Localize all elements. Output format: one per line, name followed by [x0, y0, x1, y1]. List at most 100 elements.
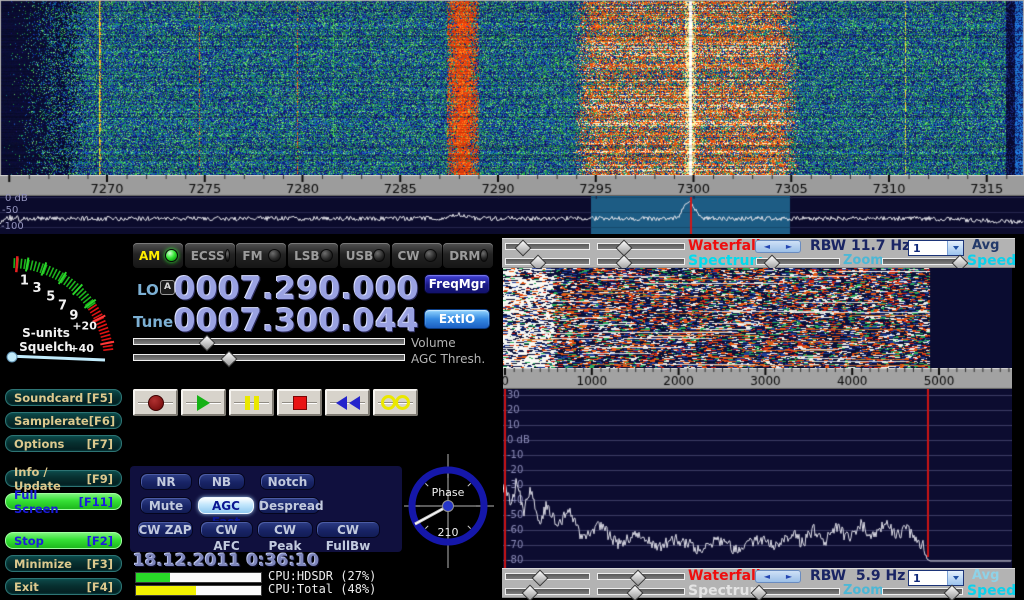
overview-db-label-0: 0 dB — [5, 193, 28, 204]
button-full-screen[interactable]: Full Screen[F11] — [5, 493, 122, 510]
spectrum-gain-slider-track[interactable] — [505, 258, 590, 265]
wf-brightness-slider[interactable] — [505, 571, 590, 584]
phase-tick — [425, 483, 428, 486]
zoomed-frequency-scale[interactable] — [503, 368, 1012, 389]
avg-select-value: 1 — [913, 242, 921, 255]
extio-button[interactable]: ExtIO — [424, 309, 490, 329]
avg-select[interactable]: 1 — [908, 570, 964, 586]
play-button[interactable] — [181, 389, 226, 416]
tune-frequency-readout[interactable]: 0007.300.044 — [174, 303, 419, 339]
datetime-display: 18.12.2011 0:36:10 — [133, 551, 319, 571]
smeter-major-tick — [73, 284, 83, 294]
zoomed-spectrum-display[interactable] — [503, 389, 1012, 568]
lo-mode-a-badge[interactable]: A — [160, 280, 175, 295]
dropdown-button[interactable] — [947, 241, 963, 255]
mode-button-ecss[interactable]: ECSS — [185, 243, 235, 268]
mode-button-am[interactable]: AM — [133, 243, 183, 268]
waterfall-mode-label[interactable]: Waterfall — [688, 568, 761, 584]
speed-slider[interactable] — [882, 586, 963, 599]
button-exit[interactable]: Exit[F4] — [5, 578, 122, 595]
button-info-update[interactable]: Info / Update[F9] — [5, 470, 122, 487]
mode-led-icon — [225, 249, 230, 262]
volume-slider-track[interactable] — [133, 338, 405, 345]
mode-button-cw[interactable]: CW — [392, 243, 442, 268]
speed-slider-thumb[interactable] — [943, 585, 960, 600]
spectrum-range-slider-thumb[interactable] — [626, 585, 643, 600]
record-button[interactable] — [133, 389, 178, 416]
volume-slider[interactable] — [133, 336, 405, 349]
stop-button[interactable] — [277, 389, 322, 416]
agc-thresh-slider-track[interactable] — [133, 354, 405, 361]
arrow-left-icon[interactable]: ◄ — [764, 243, 770, 251]
wf-contrast-slider[interactable] — [597, 241, 685, 254]
dsp-button-nr[interactable]: NR — [140, 473, 192, 490]
spectrum-gain-slider[interactable] — [505, 586, 590, 599]
button-samplerate[interactable]: Samplerate[F6] — [5, 412, 122, 429]
main-frequency-scale[interactable] — [0, 175, 1024, 196]
overview-spectrum-display[interactable] — [0, 196, 1024, 234]
spectrum-mode-label[interactable]: Spectrum — [688, 253, 764, 269]
arrow-right-icon[interactable]: ► — [786, 573, 792, 581]
lo-frequency-readout[interactable]: 0007.290.000 — [174, 271, 419, 307]
speed-label: Speed — [967, 583, 1016, 599]
spectrum-range-slider-track[interactable] — [597, 258, 685, 265]
button-stop[interactable]: Stop[F2] — [5, 532, 122, 549]
zoom-slider[interactable] — [756, 586, 840, 599]
pause-button[interactable] — [229, 389, 274, 416]
button-options[interactable]: Options[F7] — [5, 435, 122, 452]
mode-button-drm[interactable]: DRM — [443, 243, 493, 268]
agc-thresh-label: AGC Thresh. — [411, 352, 485, 366]
chevron-down-icon — [953, 246, 959, 250]
mode-label: USB — [346, 249, 374, 263]
speed-label: Speed — [967, 253, 1016, 269]
spectrum-gain-slider-track[interactable] — [505, 588, 590, 595]
zoomed-waterfall-display[interactable] — [503, 268, 1012, 368]
rbw-readout: RBW 11.7 Hz — [810, 238, 910, 254]
waterfall-shift-spinner[interactable]: ◄► — [755, 240, 801, 253]
button-soundcard[interactable]: Soundcard[F5] — [5, 389, 122, 406]
squelch-needle[interactable] — [8, 356, 105, 360]
dsp-button-cw-fullbw[interactable]: CW FullBw — [316, 521, 380, 538]
arrow-right-icon[interactable]: ► — [786, 243, 792, 251]
dsp-button-mute[interactable]: Mute — [140, 497, 192, 514]
button-minimize[interactable]: Minimize[F3] — [5, 555, 122, 572]
squelch-knob[interactable] — [7, 352, 17, 362]
loop-button[interactable] — [373, 389, 418, 416]
main-waterfall-display[interactable] — [0, 0, 1024, 175]
rewind-icon — [335, 396, 361, 410]
speed-slider-track[interactable] — [882, 258, 963, 265]
zoom-slider-track[interactable] — [756, 588, 840, 595]
waterfall-shift-spinner[interactable]: ◄► — [755, 570, 801, 583]
wf-contrast-slider[interactable] — [597, 571, 685, 584]
dropdown-button[interactable] — [947, 571, 963, 585]
arrow-left-icon[interactable]: ◄ — [764, 573, 770, 581]
dsp-button-despread[interactable]: Despread — [258, 497, 320, 514]
mode-button-fm[interactable]: FM — [236, 243, 286, 268]
wf-brightness-slider[interactable] — [505, 241, 590, 254]
dsp-button-cw-zap[interactable]: CW ZAP — [137, 521, 193, 538]
avg-select[interactable]: 1 — [908, 240, 964, 256]
rewind-button[interactable] — [325, 389, 370, 416]
mode-label: CW — [398, 249, 420, 263]
rbw-readout: RBW 5.9 Hz — [810, 568, 905, 584]
dsp-button-agc-fast[interactable]: AGC Fast — [198, 497, 254, 514]
wf-contrast-slider-track[interactable] — [597, 243, 685, 250]
cpu-total-label: CPU:Total (48%) — [268, 582, 376, 596]
dsp-button-nb[interactable]: NB — [198, 473, 245, 490]
cpu-hdsdr-label: CPU:HDSDR (27%) — [268, 569, 376, 583]
freqmgr-button[interactable]: FreqMgr — [424, 274, 490, 294]
spectrum-gain-slider-thumb[interactable] — [521, 585, 538, 600]
mode-button-usb[interactable]: USB — [340, 243, 390, 268]
dsp-button-cw-peak[interactable]: CW Peak — [257, 521, 313, 538]
avg-label: Avg — [972, 568, 999, 583]
smeter-scale-label: 7 — [58, 299, 67, 314]
dsp-button-cw-afc[interactable]: CW AFC — [200, 521, 253, 538]
dsp-button-notch[interactable]: Notch — [260, 473, 315, 490]
spectrum-range-slider[interactable] — [597, 586, 685, 599]
pause-icon — [243, 396, 261, 410]
agc-thresh-slider[interactable] — [133, 352, 405, 365]
waterfall-mode-label[interactable]: Waterfall — [688, 238, 761, 254]
mode-label: FM — [242, 249, 262, 263]
mode-button-lsb[interactable]: LSB — [288, 243, 338, 268]
mode-label: LSB — [294, 249, 319, 263]
